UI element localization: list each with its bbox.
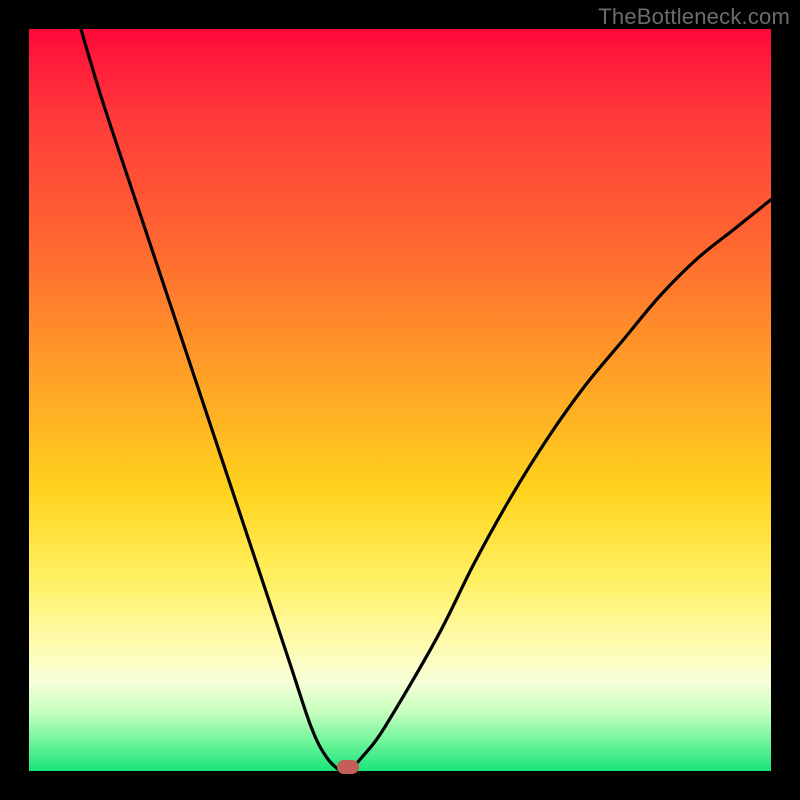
chart-frame: TheBottleneck.com	[0, 0, 800, 800]
optimal-point-marker	[337, 760, 359, 774]
plot-area	[29, 29, 771, 771]
curve-path	[81, 29, 771, 773]
watermark-text: TheBottleneck.com	[598, 4, 790, 30]
bottleneck-curve	[29, 29, 771, 771]
